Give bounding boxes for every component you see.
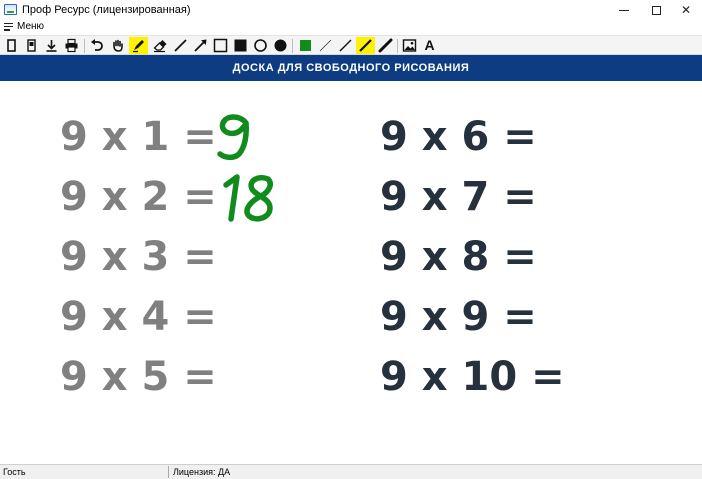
rectangle-filled-button[interactable]: [231, 37, 250, 54]
hamburger-icon: [4, 22, 13, 31]
status-user: Гость: [3, 467, 26, 477]
arrow-tool-button[interactable]: [191, 37, 210, 54]
equation-left-1: 9 x 1 =: [60, 114, 217, 160]
circle-filled-icon: [274, 39, 287, 52]
status-divider: [168, 466, 169, 478]
arrow-icon: [194, 39, 207, 52]
toolbar-separator: [84, 39, 85, 53]
eraser-button[interactable]: [150, 37, 169, 54]
thick-line-icon: [359, 39, 372, 52]
tablet-icon: [27, 39, 36, 52]
equation-left-3: 9 x 3 =: [60, 234, 217, 280]
medium-line-icon: [339, 39, 352, 52]
menu-label: Меню: [17, 21, 45, 32]
thin-line-button[interactable]: [316, 37, 335, 54]
marker-icon: [378, 38, 393, 53]
thin-line-icon: [319, 39, 332, 52]
hand-icon: [113, 39, 123, 52]
status-bar: Гость Лицензия: ДА: [0, 464, 702, 479]
equation-right-9: 9 x 9 =: [380, 294, 537, 340]
undo-button[interactable]: [87, 37, 106, 54]
minimize-button[interactable]: [608, 0, 640, 20]
app-icon: [4, 4, 17, 15]
eraser-icon: [153, 40, 167, 53]
circle-outline-icon: [254, 39, 267, 52]
line-tool-button[interactable]: [171, 37, 190, 54]
rectangle-outline-button[interactable]: [211, 37, 230, 54]
rectangle-filled-icon: [234, 39, 247, 52]
thick-line-button[interactable]: [356, 37, 375, 54]
toolbar-separator: [397, 39, 398, 53]
text-icon: A: [424, 37, 435, 53]
color-swatch-green-icon: [300, 40, 311, 51]
drawing-canvas[interactable]: 9 x 1 = 9 x 2 = 9 x 3 = 9 x 4 = 9 x 5 = …: [0, 81, 702, 464]
close-icon: ✕: [680, 3, 692, 17]
board-title: ДОСКА ДЛЯ СВОБОДНОГО РИСОВАНИЯ: [232, 62, 470, 74]
hand-button[interactable]: [108, 37, 127, 54]
equation-left-4: 9 x 4 =: [60, 294, 217, 340]
maximize-button[interactable]: [640, 0, 672, 20]
insert-image-button[interactable]: [400, 37, 419, 54]
highlighter-button[interactable]: [129, 37, 148, 54]
print-icon: [65, 38, 78, 53]
toolbar-separator: [292, 39, 293, 53]
color-green-button[interactable]: [296, 37, 315, 54]
line-icon: [174, 39, 187, 52]
download-button[interactable]: [42, 37, 61, 54]
undo-icon: [91, 39, 103, 51]
tablet-button[interactable]: [22, 37, 41, 54]
equation-left-5: 9 x 5 =: [60, 354, 217, 400]
marker-button[interactable]: [376, 37, 395, 54]
status-license: Лицензия: ДА: [173, 467, 231, 477]
menu-button[interactable]: Меню: [4, 21, 44, 32]
window-title: Проф Ресурс (лицензированная): [22, 4, 191, 16]
print-button[interactable]: [62, 37, 81, 54]
handwritten-answer-9: [217, 114, 249, 161]
equation-right-6: 9 x 6 =: [380, 114, 537, 160]
new-page-icon: [7, 39, 16, 52]
new-page-button[interactable]: [2, 37, 21, 54]
circle-outline-button[interactable]: [251, 37, 270, 54]
equation-right-10: 9 x 10 =: [380, 354, 565, 400]
maximize-icon: [651, 5, 661, 15]
close-button[interactable]: ✕: [670, 0, 702, 20]
equation-right-8: 9 x 8 =: [380, 234, 537, 280]
minimize-icon: [619, 9, 629, 11]
toolbar: A: [0, 35, 702, 55]
handwritten-answer-18: [223, 174, 273, 222]
equation-left-2: 9 x 2 =: [60, 174, 217, 220]
circle-filled-button[interactable]: [271, 37, 290, 54]
text-tool-button[interactable]: A: [420, 37, 439, 54]
download-icon: [46, 40, 57, 52]
title-bar: Проф Ресурс (лицензированная) ✕: [0, 0, 702, 20]
medium-line-button[interactable]: [336, 37, 355, 54]
menu-bar: Меню: [0, 20, 702, 35]
board-header: ДОСКА ДЛЯ СВОБОДНОГО РИСОВАНИЯ: [0, 55, 702, 81]
equation-right-7: 9 x 7 =: [380, 174, 537, 220]
rectangle-outline-icon: [213, 38, 228, 53]
image-icon: [402, 39, 417, 52]
highlighter-icon: [133, 40, 144, 53]
